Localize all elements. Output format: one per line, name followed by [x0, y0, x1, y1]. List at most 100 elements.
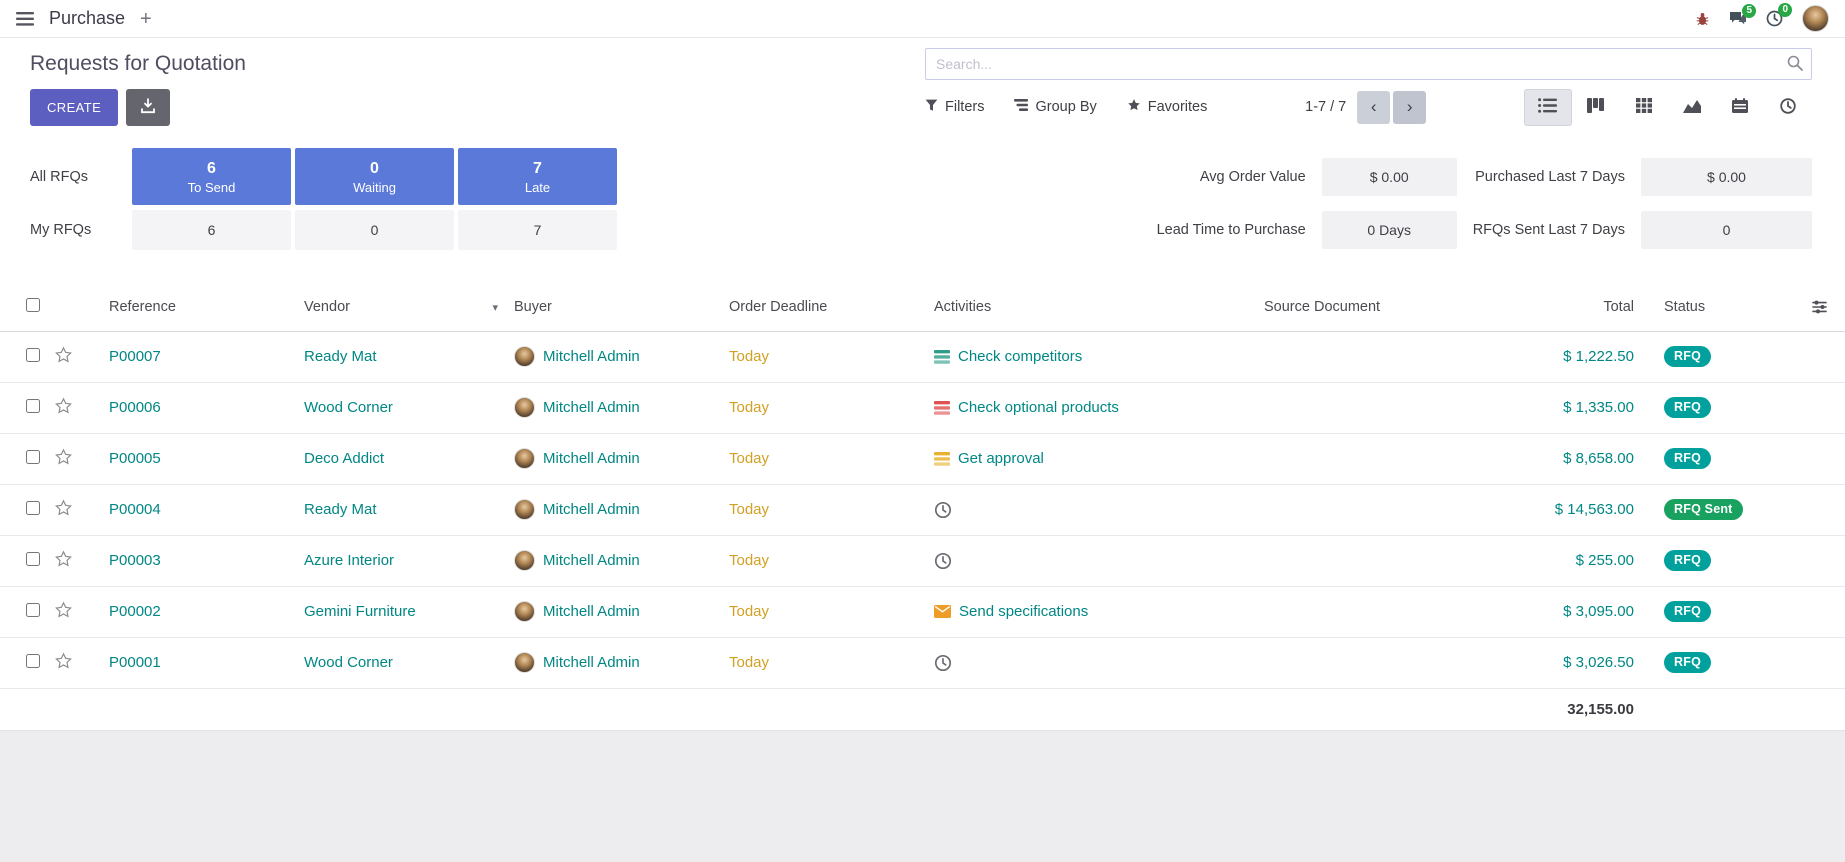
favorite-star-icon[interactable]: [54, 652, 73, 670]
favorite-star-icon[interactable]: [54, 499, 73, 517]
pivot-view-button[interactable]: [1620, 89, 1668, 126]
activity-view-button[interactable]: [1764, 89, 1812, 126]
list-green-activity-icon[interactable]: [934, 350, 950, 364]
status-badge: RFQ: [1664, 550, 1711, 571]
row-vendor[interactable]: Ready Mat: [304, 501, 377, 518]
user-avatar[interactable]: [1802, 5, 1829, 32]
favorite-star-icon[interactable]: [54, 397, 73, 415]
my-waiting-box[interactable]: 0: [295, 210, 454, 250]
row-checkbox[interactable]: [26, 348, 40, 362]
filters-button[interactable]: Filters: [925, 99, 984, 116]
row-checkbox[interactable]: [26, 654, 40, 668]
row-reference[interactable]: P00002: [109, 603, 161, 620]
search-icon[interactable]: [1787, 55, 1803, 76]
row-deadline: Today: [729, 348, 769, 365]
source-document-column-header[interactable]: Source Document: [1260, 284, 1510, 331]
order-deadline-column-header[interactable]: Order Deadline: [725, 284, 930, 331]
row-reference[interactable]: P00006: [109, 399, 161, 416]
search-bar: [925, 48, 1812, 80]
kanban-view-button[interactable]: [1572, 89, 1620, 126]
row-activity-label[interactable]: Send specifications: [959, 603, 1088, 620]
clock-activity-icon[interactable]: [934, 654, 952, 672]
row-vendor[interactable]: Deco Addict: [304, 450, 384, 467]
table-row[interactable]: P00006 Wood Corner Mitchell Admin Today …: [0, 382, 1845, 433]
row-reference[interactable]: P00003: [109, 552, 161, 569]
list-red-activity-icon[interactable]: [934, 401, 950, 415]
list-yellow-activity-icon[interactable]: [934, 452, 950, 466]
row-checkbox[interactable]: [26, 552, 40, 566]
hamburger-menu-icon[interactable]: [16, 12, 34, 26]
debug-bug-icon[interactable]: [1695, 11, 1710, 27]
my-to-send-box[interactable]: 6: [132, 210, 291, 250]
clock-activity-icon[interactable]: [934, 552, 952, 570]
search-input[interactable]: [925, 48, 1812, 80]
table-row[interactable]: P00005 Deco Addict Mitchell Admin Today …: [0, 433, 1845, 484]
table-row[interactable]: P00002 Gemini Furniture Mitchell Admin T…: [0, 586, 1845, 637]
graph-view-button[interactable]: [1668, 89, 1716, 126]
app-name[interactable]: Purchase: [49, 8, 125, 29]
row-buyer-name[interactable]: Mitchell Admin: [543, 603, 640, 620]
row-buyer-name[interactable]: Mitchell Admin: [543, 552, 640, 569]
my-late-box[interactable]: 7: [458, 210, 617, 250]
favorite-star-icon[interactable]: [54, 550, 73, 568]
to-send-box[interactable]: 6 To Send: [132, 148, 291, 205]
row-checkbox[interactable]: [26, 450, 40, 464]
row-reference[interactable]: P00004: [109, 501, 161, 518]
pager-previous-button[interactable]: ‹: [1357, 91, 1390, 124]
row-reference[interactable]: P00007: [109, 348, 161, 365]
row-checkbox[interactable]: [26, 399, 40, 413]
row-checkbox[interactable]: [26, 603, 40, 617]
optional-columns-icon[interactable]: [1799, 300, 1841, 314]
row-buyer-name[interactable]: Mitchell Admin: [543, 348, 640, 365]
row-checkbox[interactable]: [26, 501, 40, 515]
row-activity-label[interactable]: Get approval: [958, 450, 1044, 467]
row-vendor[interactable]: Wood Corner: [304, 399, 393, 416]
pager-next-button[interactable]: ›: [1393, 91, 1426, 124]
row-buyer-name[interactable]: Mitchell Admin: [543, 501, 640, 518]
total-column-header[interactable]: Total: [1510, 284, 1660, 331]
page-title: Requests for Quotation: [30, 52, 246, 76]
messages-icon[interactable]: 5: [1729, 11, 1747, 26]
favorite-star-icon[interactable]: [54, 346, 73, 364]
status-column-header[interactable]: Status: [1660, 284, 1795, 331]
favorites-button[interactable]: Favorites: [1127, 98, 1208, 116]
create-button[interactable]: CREATE: [30, 89, 118, 126]
row-vendor[interactable]: Ready Mat: [304, 348, 377, 365]
envelope-activity-icon[interactable]: [934, 605, 951, 618]
row-vendor[interactable]: Gemini Furniture: [304, 603, 416, 620]
waiting-box[interactable]: 0 Waiting: [295, 148, 454, 205]
row-reference[interactable]: P00001: [109, 654, 161, 671]
table-row[interactable]: P00004 Ready Mat Mitchell Admin Today $ …: [0, 484, 1845, 535]
row-reference[interactable]: P00005: [109, 450, 161, 467]
activities-clock-icon[interactable]: 0: [1766, 10, 1783, 27]
row-buyer-name[interactable]: Mitchell Admin: [543, 399, 640, 416]
table-row[interactable]: P00007 Ready Mat Mitchell Admin Today Ch…: [0, 331, 1845, 382]
row-vendor[interactable]: Azure Interior: [304, 552, 394, 569]
late-count: 7: [533, 158, 542, 180]
calendar-view-button[interactable]: [1716, 89, 1764, 126]
clock-activity-icon[interactable]: [934, 501, 952, 519]
export-button[interactable]: [126, 89, 170, 126]
table-row[interactable]: P00001 Wood Corner Mitchell Admin Today …: [0, 637, 1845, 688]
status-badge: RFQ: [1664, 397, 1711, 418]
row-activity-label[interactable]: Check competitors: [958, 348, 1082, 365]
favorite-star-icon[interactable]: [54, 448, 73, 466]
row-buyer-name[interactable]: Mitchell Admin: [543, 654, 640, 671]
activities-column-header[interactable]: Activities: [930, 284, 1260, 331]
activity-cell-content: Check competitors: [934, 348, 1256, 365]
row-buyer-name[interactable]: Mitchell Admin: [543, 450, 640, 467]
vendor-column-header[interactable]: Vendor▾: [300, 284, 510, 331]
reference-column-header[interactable]: Reference: [105, 284, 300, 331]
favorite-star-icon[interactable]: [54, 601, 73, 619]
group-by-button[interactable]: Group By: [1014, 99, 1096, 115]
table-row[interactable]: P00003 Azure Interior Mitchell Admin Tod…: [0, 535, 1845, 586]
select-all-checkbox[interactable]: [26, 298, 40, 312]
row-activity-label[interactable]: Check optional products: [958, 399, 1119, 416]
row-vendor[interactable]: Wood Corner: [304, 654, 393, 671]
list-view-button[interactable]: [1524, 89, 1572, 126]
plus-icon[interactable]: +: [140, 9, 152, 29]
buyer-column-header[interactable]: Buyer: [510, 284, 725, 331]
late-box[interactable]: 7 Late: [458, 148, 617, 205]
buyer-avatar: [514, 652, 535, 673]
sort-caret-icon[interactable]: ▾: [492, 301, 498, 314]
